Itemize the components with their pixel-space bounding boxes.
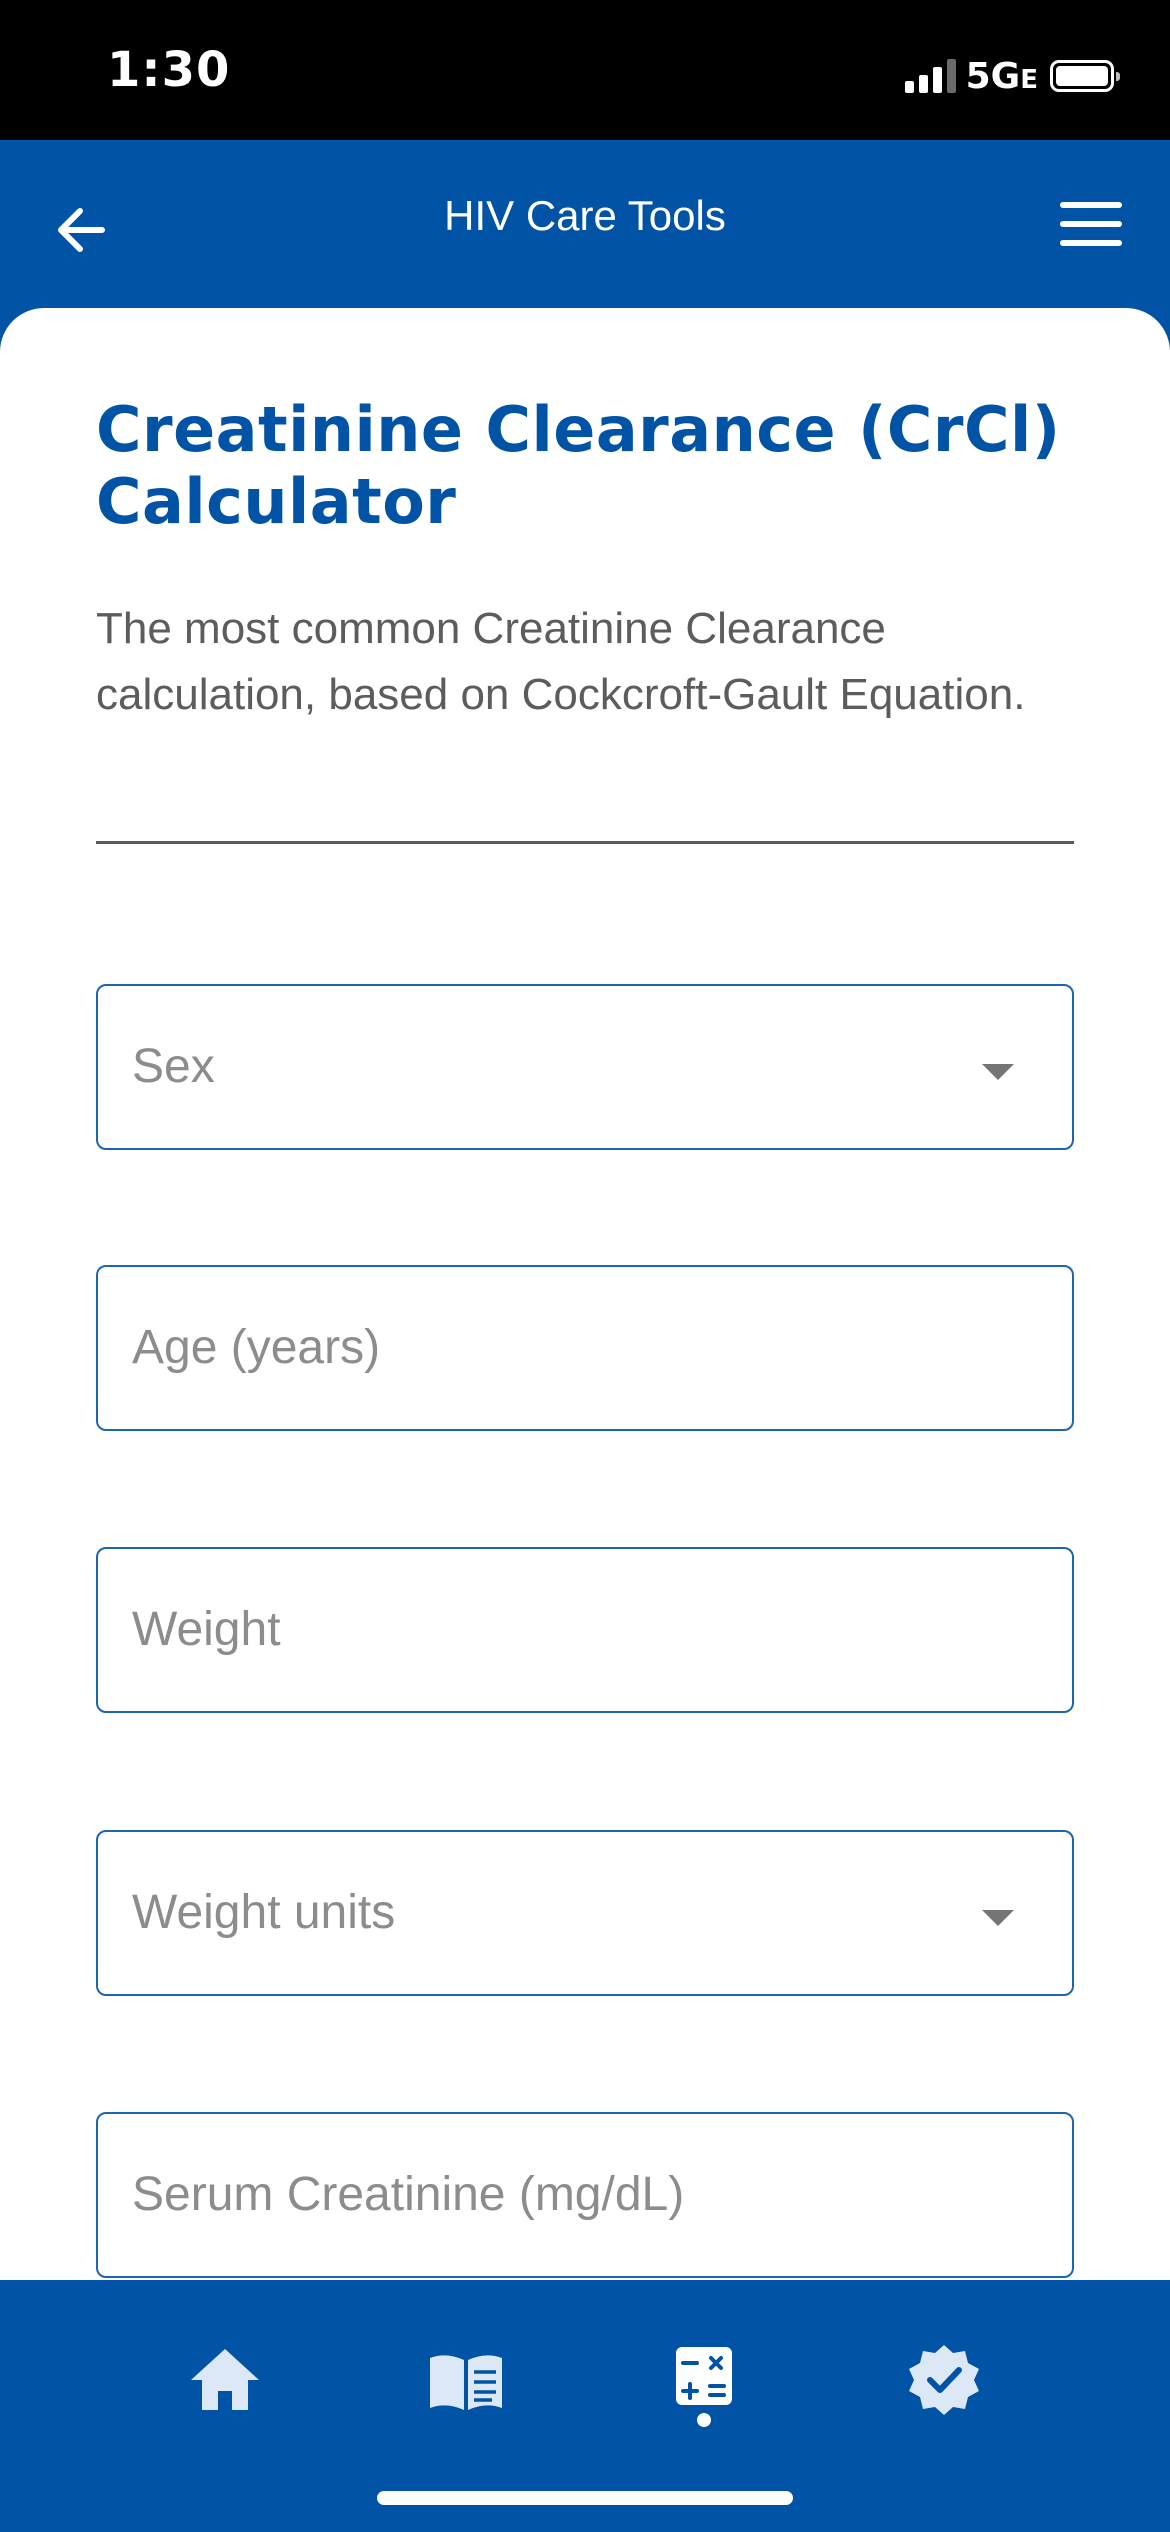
- nav-verified[interactable]: [894, 2330, 994, 2430]
- status-indicators: 5GE: [904, 54, 1120, 98]
- active-indicator-dot: [697, 2413, 711, 2427]
- verified-badge-icon: [909, 2345, 979, 2415]
- home-indicator[interactable]: [377, 2491, 793, 2505]
- weight-input[interactable]: Weight: [96, 1547, 1074, 1713]
- dropdown-arrow-icon: [982, 1910, 1014, 1926]
- age-input[interactable]: Age (years): [96, 1265, 1074, 1431]
- sex-placeholder: Sex: [132, 1040, 215, 1093]
- dropdown-arrow-icon: [982, 1064, 1014, 1080]
- status-time: 1:30: [107, 42, 231, 98]
- age-placeholder: Age (years): [132, 1321, 381, 1374]
- serum-creatinine-placeholder: Serum Creatinine (mg/dL): [132, 2168, 685, 2221]
- main-content: Creatinine Clearance (CrCl) Calculator T…: [0, 308, 1170, 2308]
- battery-icon: [1050, 60, 1120, 92]
- status-bar: 1:30 5GE: [0, 0, 1170, 140]
- nav-library[interactable]: [416, 2330, 516, 2430]
- weight-placeholder: Weight: [132, 1603, 281, 1656]
- weight-units-placeholder: Weight units: [132, 1886, 396, 1939]
- page-description: The most common Creatinine Clearance cal…: [96, 604, 1026, 719]
- serum-creatinine-input[interactable]: Serum Creatinine (mg/dL): [96, 2112, 1074, 2278]
- divider: [96, 841, 1074, 844]
- sex-select[interactable]: Sex: [96, 984, 1074, 1150]
- menu-button[interactable]: [1060, 202, 1122, 252]
- weight-units-select[interactable]: Weight units: [96, 1830, 1074, 1996]
- cellular-signal-icon: [904, 59, 956, 93]
- home-icon: [191, 2349, 259, 2410]
- page-title: Creatinine Clearance (CrCl) Calculator: [96, 393, 1061, 538]
- book-icon: [430, 2355, 502, 2410]
- nav-home[interactable]: [175, 2330, 275, 2430]
- header-title: HIV Care Tools: [444, 192, 726, 239]
- hamburger-icon: [1060, 202, 1122, 246]
- network-type: 5GE: [965, 55, 1038, 97]
